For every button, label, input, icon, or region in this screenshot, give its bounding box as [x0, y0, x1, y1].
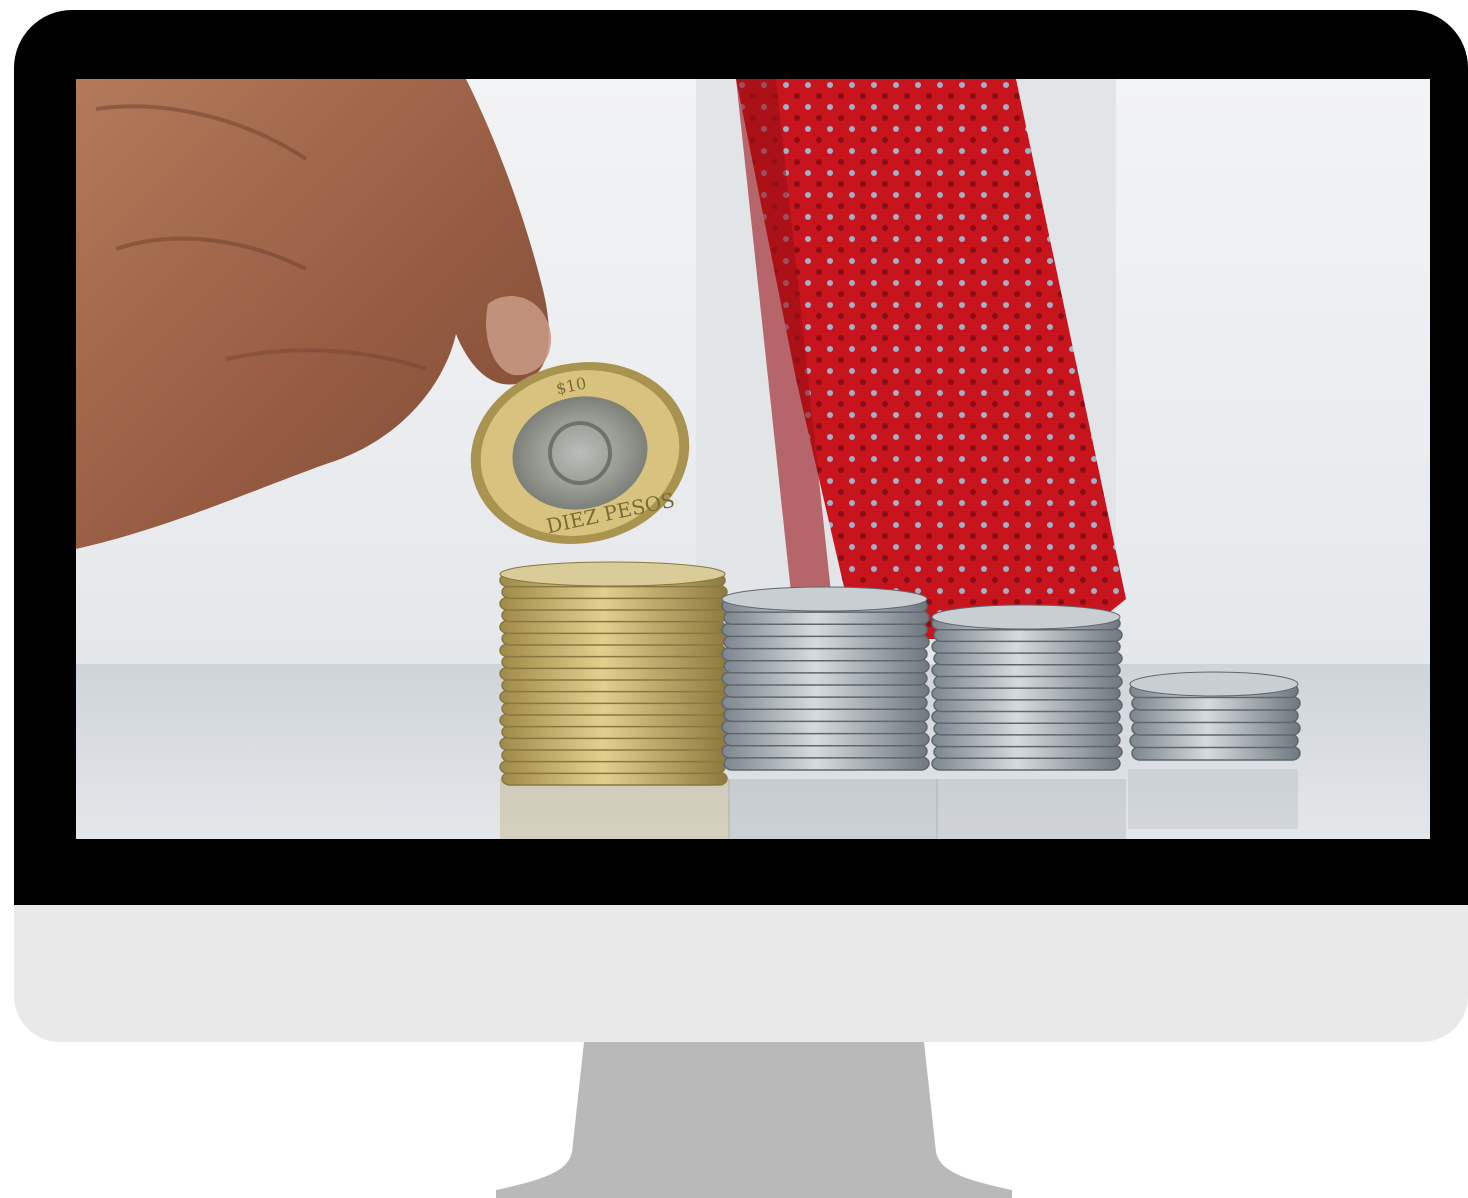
coin	[723, 610, 930, 626]
coin	[723, 634, 930, 650]
coin	[499, 619, 726, 635]
coin	[723, 683, 930, 698]
coin	[723, 707, 930, 723]
coin-top	[1129, 671, 1299, 697]
coins-photo: DIEZ PESOS $10	[76, 79, 1430, 839]
coin	[499, 759, 726, 775]
coin	[721, 695, 928, 711]
silver-coin-stack-2	[931, 604, 1123, 771]
coin	[1129, 708, 1299, 724]
coin	[931, 686, 1121, 701]
coin	[933, 651, 1123, 666]
coin	[501, 724, 728, 740]
coin	[721, 743, 928, 759]
coin	[721, 646, 928, 662]
coin	[501, 608, 728, 623]
gold-coin-stack	[499, 561, 728, 786]
coin	[501, 748, 728, 763]
coin	[499, 713, 726, 728]
silver-coin-stack-3	[1129, 671, 1301, 761]
coin	[501, 678, 728, 693]
coin	[501, 631, 728, 646]
coin	[499, 596, 726, 611]
coin	[723, 756, 930, 771]
coin	[501, 654, 728, 670]
coin	[931, 639, 1121, 654]
coin	[933, 698, 1123, 713]
coin	[721, 719, 928, 735]
coin	[499, 689, 726, 705]
coin	[1131, 695, 1301, 711]
coin	[933, 674, 1123, 689]
coin	[721, 622, 928, 638]
coin-top	[721, 586, 928, 612]
coin	[499, 736, 726, 751]
monitor-screen: DIEZ PESOS $10	[76, 79, 1430, 839]
coin	[501, 584, 728, 600]
coin	[931, 733, 1121, 748]
coin	[933, 627, 1123, 643]
coin	[501, 701, 728, 716]
monitor-stand	[496, 1042, 1012, 1198]
silver-coin-stack-1	[721, 586, 930, 771]
coin	[1131, 720, 1301, 736]
coin-top	[931, 604, 1121, 630]
coin	[1131, 745, 1301, 761]
monitor-chin	[14, 905, 1468, 1042]
coin	[499, 643, 726, 658]
coin	[723, 731, 930, 747]
coin	[499, 666, 726, 681]
coin	[933, 744, 1123, 760]
coin	[1129, 733, 1299, 749]
coin	[721, 671, 928, 686]
coin	[931, 663, 1121, 678]
coin	[931, 709, 1121, 724]
coin	[933, 721, 1123, 736]
coin	[723, 658, 930, 674]
coin	[931, 756, 1121, 771]
coin-top	[499, 561, 726, 587]
coin	[501, 771, 728, 786]
